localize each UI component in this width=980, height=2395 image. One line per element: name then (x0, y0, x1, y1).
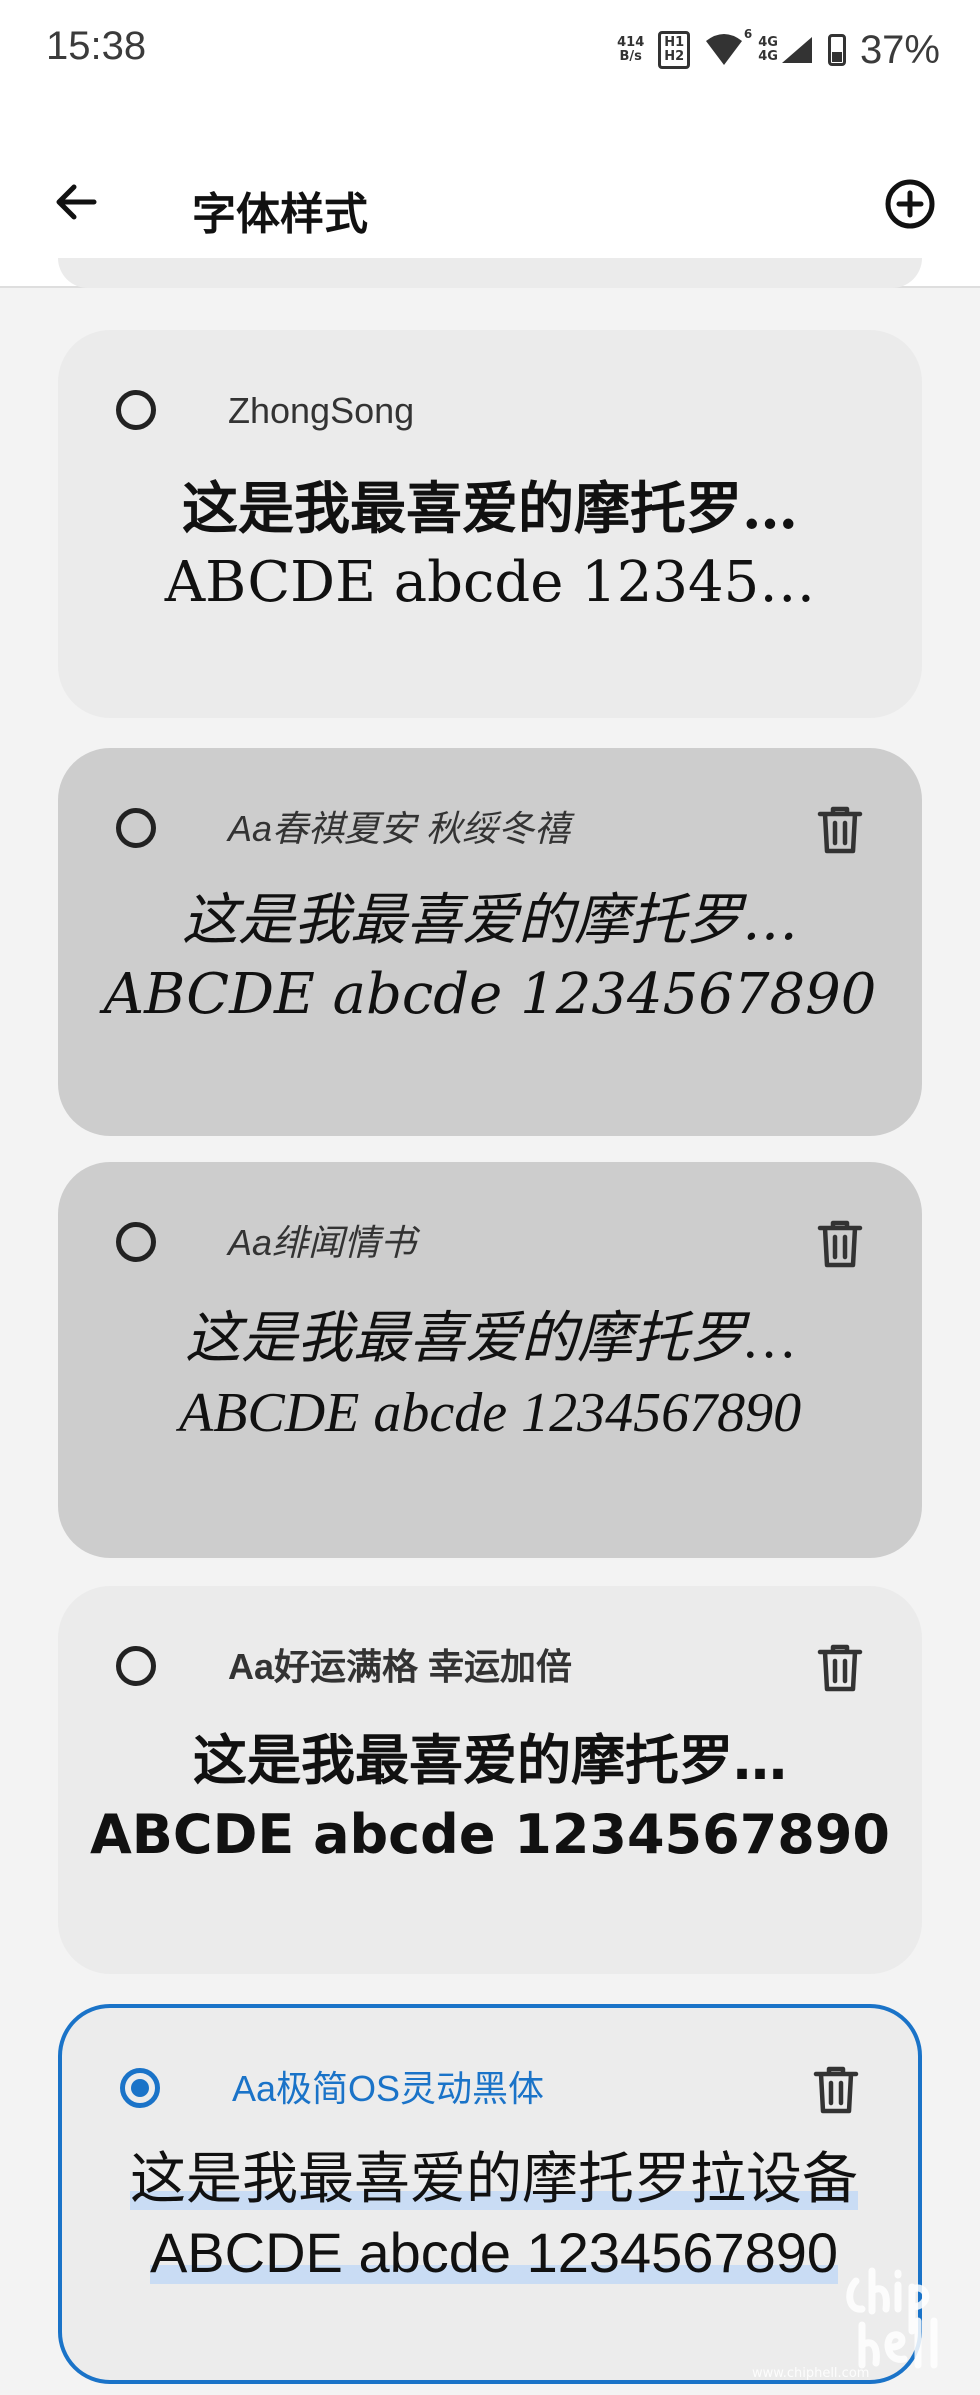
status-bar: 15:38 414 B/s H1 H2 6 4G 4G 37% (0, 0, 980, 100)
font-card[interactable]: Aa春祺夏安 秋绥冬禧 这是我最喜爱的摩托罗… ABCDE abcde 1234… (58, 748, 922, 1136)
font-card[interactable]: ZhongSong 这是我最喜爱的摩托罗… ABCDE abcde 12345… (58, 330, 922, 718)
page-title: 字体样式 (192, 189, 368, 240)
preview-latin: ABCDE abcde 12345… (164, 550, 816, 615)
wifi-icon: 6 (704, 27, 752, 67)
preview-latin: ABCDE abcde 1234567890 (178, 1382, 802, 1444)
battery-icon (827, 34, 846, 66)
font-card-selected[interactable]: Aa极简OS灵动黑体 这是我最喜爱的摩托罗拉设备 ABCDE abcde 123… (58, 2004, 922, 2384)
back-button[interactable] (44, 170, 108, 234)
preview-chinese: 这是我最喜爱的摩托罗拉设备 (130, 2147, 858, 2210)
font-name: Aa绯闻情书 (228, 1222, 417, 1263)
font-name: Aa好运满格 幸运加倍 (228, 1646, 573, 1687)
font-radio[interactable] (116, 808, 156, 848)
delete-button[interactable] (812, 802, 868, 858)
font-card-partial[interactable] (58, 258, 922, 288)
preview-chinese: 这是我最喜爱的摩托罗… (185, 1308, 795, 1370)
font-card[interactable]: Aa好运满格 幸运加倍 这是我最喜爱的摩托罗… ABCDE abcde 1234… (58, 1586, 922, 1974)
font-card[interactable]: Aa绯闻情书 这是我最喜爱的摩托罗… ABCDE abcde 123456789… (58, 1162, 922, 1558)
font-name: Aa春祺夏安 秋绥冬禧 (228, 808, 571, 849)
battery-percentage: 37% (859, 27, 940, 72)
font-name: Aa极简OS灵动黑体 (232, 2068, 545, 2109)
network-speed-unit: B/s (619, 49, 642, 64)
status-time: 15:38 (46, 24, 147, 68)
font-preview: 这是我最喜爱的摩托罗拉设备 ABCDE abcde 1234567890 (62, 2142, 926, 2290)
preview-chinese: 这是我最喜爱的摩托罗… (182, 888, 798, 953)
trash-icon (817, 806, 863, 854)
preview-latin: ABCDE abcde 1234567890 (89, 1803, 890, 1866)
cell-label-2: 4G (758, 49, 778, 64)
preview-latin: ABCDE abcde 1234567890 (103, 962, 877, 1027)
trash-icon (817, 1644, 863, 1692)
delete-button[interactable] (812, 1216, 868, 1272)
plus-circle-icon (885, 179, 935, 229)
trash-icon (817, 1220, 863, 1268)
font-name: ZhongSong (228, 390, 415, 431)
network-speed: 414 B/s (617, 36, 644, 64)
font-preview: 这是我最喜爱的摩托罗… ABCDE abcde 1234567890 (58, 884, 922, 1032)
font-radio[interactable] (116, 390, 156, 430)
trash-icon (813, 2066, 859, 2114)
watermark-text: www.chiphell.com (752, 2366, 870, 2381)
cell-label-1: 4G (758, 35, 778, 50)
preview-latin: ABCDE abcde 1234567890 (149, 2221, 839, 2284)
delete-button[interactable] (812, 1640, 868, 1696)
font-radio-checked[interactable] (120, 2068, 160, 2108)
sim-label-2: H2 (664, 49, 685, 64)
signal-bars-icon (781, 37, 812, 63)
arrow-left-icon (56, 184, 97, 220)
status-icons: 414 B/s H1 H2 6 4G 4G 37% (617, 26, 940, 74)
sim-label-1: H1 (664, 35, 685, 50)
preview-chinese: 这是我最喜爱的摩托罗… (193, 1729, 787, 1792)
watermark-logo: www.chiphell.com (752, 2261, 962, 2381)
cellular-icon: 4G 4G (758, 35, 814, 65)
wifi-badge: 6 (743, 27, 753, 41)
preview-chinese: 这是我最喜爱的摩托罗… (182, 476, 798, 542)
font-preview: 这是我最喜爱的摩托罗… ABCDE abcde 1234567890 (58, 1302, 922, 1450)
network-speed-value: 414 (617, 35, 645, 50)
font-preview: 这是我最喜爱的摩托罗… ABCDE abcde 1234567890 (58, 1724, 922, 1872)
dual-sim-icon: H1 H2 (658, 31, 691, 69)
delete-button[interactable] (808, 2062, 864, 2118)
add-font-button[interactable] (882, 176, 938, 232)
font-radio[interactable] (116, 1646, 156, 1686)
font-radio[interactable] (116, 1222, 156, 1262)
font-preview: 这是我最喜爱的摩托罗… ABCDE abcde 12345… (58, 472, 922, 620)
